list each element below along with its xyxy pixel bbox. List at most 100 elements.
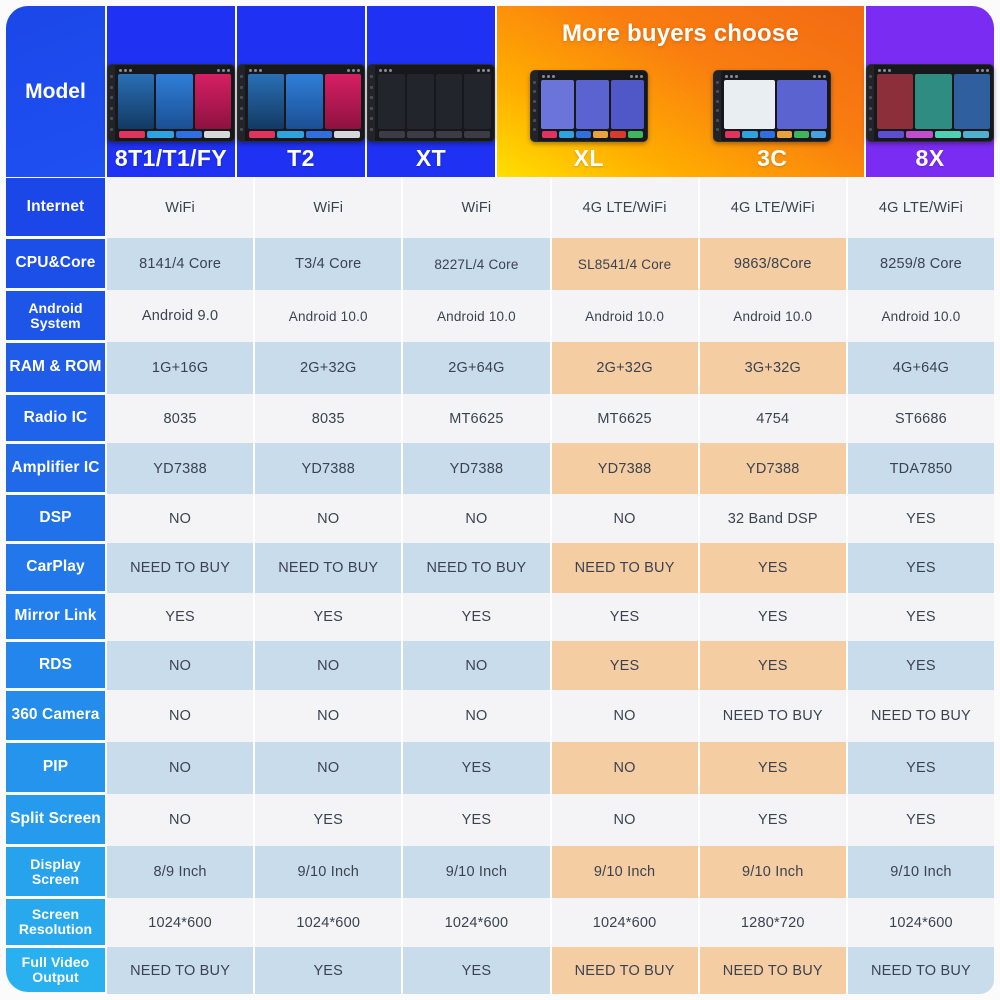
table-row: RAM & ROM 1G+16G 2G+32G 2G+64G 2G+32G 3G+32G 4… (6, 342, 995, 394)
row-label-text: Display Screen (30, 855, 81, 887)
device-app-tiles (377, 73, 492, 130)
row-label-text: 360 Camera (11, 706, 100, 724)
table-cell: YES (551, 593, 700, 641)
row-label-android-system: Android System (6, 291, 105, 340)
product-header-8t1-t1-fy[interactable]: 8T1/T1/FY (107, 6, 237, 177)
row-label-text: CarPlay (26, 558, 85, 576)
row-label-full-video-output: Full Video Output (6, 948, 105, 992)
row-label-text: DSP (39, 508, 72, 526)
product-header-3c[interactable]: 3C (681, 48, 865, 177)
promo-highlight-block: More buyers choose XL 3C (497, 6, 866, 177)
row-label-text: Full Video Output (21, 954, 90, 985)
table-cell: NEED TO BUY (699, 947, 848, 994)
row-label-text: Split Screen (10, 810, 101, 828)
table-cell: NO (107, 742, 256, 794)
product-model-name: XT (415, 145, 447, 171)
table-cell: NO (403, 641, 552, 690)
device-display (721, 71, 830, 141)
row-label-cpu-core: CPU&Core (6, 239, 105, 288)
row-label-ram-rom: RAM & ROM (6, 343, 105, 392)
table-cell: Android 9.0 (107, 290, 256, 342)
table-cell: 2G+32G (255, 342, 404, 394)
table-cell: NO (255, 690, 404, 742)
table-cell: 9/10 Inch (403, 846, 552, 898)
device-side-buttons (108, 65, 115, 141)
product-header-columns: 8T1/T1/FY T2 XT More buyers choose XL 3C 8X (107, 6, 994, 177)
table-cell: Android 10.0 (699, 290, 848, 342)
table-cell: NO (551, 690, 700, 742)
table-header-row: Model 8T1/T1/FY T2 XT More buyers choose XL 3… (6, 6, 994, 177)
table-cell: YES (847, 593, 995, 641)
row-label-dsp: DSP (6, 495, 105, 541)
table-cell: NO (107, 641, 256, 690)
table-cell: 1024*600 (551, 898, 700, 947)
table-cell: YES (255, 947, 404, 994)
device-app-dock (876, 130, 991, 139)
table-row: Amplifier IC YD7388 YD7388 YD7388 YD7388 YD73… (6, 443, 995, 494)
table-cell: YES (847, 494, 995, 543)
table-cell: 1024*600 (403, 898, 552, 947)
table-cell: YES (255, 593, 404, 641)
product-model-name: T2 (287, 145, 315, 171)
table-cell: NO (551, 742, 700, 794)
table-cell: 8227L/4 Core (403, 238, 552, 290)
table-cell: 32 Band DSP (699, 494, 848, 543)
table-row: Internet WiFi WiFi WiFi 4G LTE/WiFi 4G LTE/Wi… (6, 177, 995, 238)
table-cell: YD7388 (699, 443, 848, 494)
table-cell: 9/10 Inch (847, 846, 995, 898)
table-cell: MT6625 (551, 394, 700, 443)
table-cell: 9863/8Core (699, 238, 848, 290)
row-label-internet: Internet (6, 178, 105, 236)
product-header-t2[interactable]: T2 (237, 6, 367, 177)
product-model-name: XL (573, 145, 604, 171)
table-cell: YES (403, 742, 552, 794)
table-cell: NO (107, 690, 256, 742)
table-cell: NO (107, 794, 256, 846)
table-cell: 8141/4 Core (107, 238, 256, 290)
table-cell: NEED TO BUY (107, 947, 256, 994)
table-cell: WiFi (403, 177, 552, 238)
table-cell: 1024*600 (255, 898, 404, 947)
row-label-amplifier-ic: Amplifier IC (6, 444, 105, 492)
product-header-xt[interactable]: XT (367, 6, 497, 177)
table-cell: YES (699, 794, 848, 846)
table-cell: YES (551, 641, 700, 690)
table-cell: 4754 (699, 394, 848, 443)
table-cell: 1024*600 (847, 898, 995, 947)
table-cell: Android 10.0 (551, 290, 700, 342)
device-app-tiles (876, 73, 991, 130)
device-screen-thumbnail (529, 70, 648, 142)
row-label-text: Android System (28, 299, 83, 331)
table-row: Split Screen NO YES YES NO YES YES (6, 794, 995, 846)
row-label-text: Mirror Link (14, 607, 97, 625)
table-row: Full Video Output NEED TO BUY YES YES NEED T… (6, 947, 995, 994)
table-cell: 4G LTE/WiFi (551, 177, 700, 238)
table-cell: YD7388 (107, 443, 256, 494)
row-label-text: Amplifier IC (11, 458, 100, 476)
table-cell: NEED TO BUY (699, 690, 848, 742)
promo-columns: XL 3C (497, 48, 864, 177)
table-cell: WiFi (107, 177, 256, 238)
device-display (874, 65, 993, 141)
product-header-8x[interactable]: 8X (866, 6, 994, 177)
table-cell: YES (699, 543, 848, 593)
device-display (245, 65, 364, 141)
table-cell: YES (847, 742, 995, 794)
product-header-xl[interactable]: XL (497, 48, 681, 177)
device-side-buttons (368, 65, 375, 141)
device-screen-thumbnail (237, 64, 365, 142)
product-model-name: 8T1/T1/FY (114, 145, 228, 171)
model-header-label: Model (25, 79, 86, 103)
spec-comparison-table: Model 8T1/T1/FY T2 XT More buyers choose XL 3… (6, 6, 995, 994)
table-cell: 9/10 Inch (255, 846, 404, 898)
table-row: CarPlay NEED TO BUY NEED TO BUY NEED TO BUY… (6, 543, 995, 593)
row-label-radio-ic: Radio IC (6, 395, 105, 441)
row-label-text: RAM & ROM (9, 358, 102, 376)
table-cell: 4G LTE/WiFi (699, 177, 848, 238)
table-row: DSP NO NO NO NO 32 Band DSP YES (6, 494, 995, 543)
model-header-cell: Model (6, 6, 105, 177)
table-cell: 4G LTE/WiFi (847, 177, 995, 238)
table-cell: YES (403, 947, 552, 994)
table-row: Radio IC 8035 8035 MT6625 MT6625 4754 ST6686 (6, 394, 995, 443)
table-cell: YD7388 (551, 443, 700, 494)
